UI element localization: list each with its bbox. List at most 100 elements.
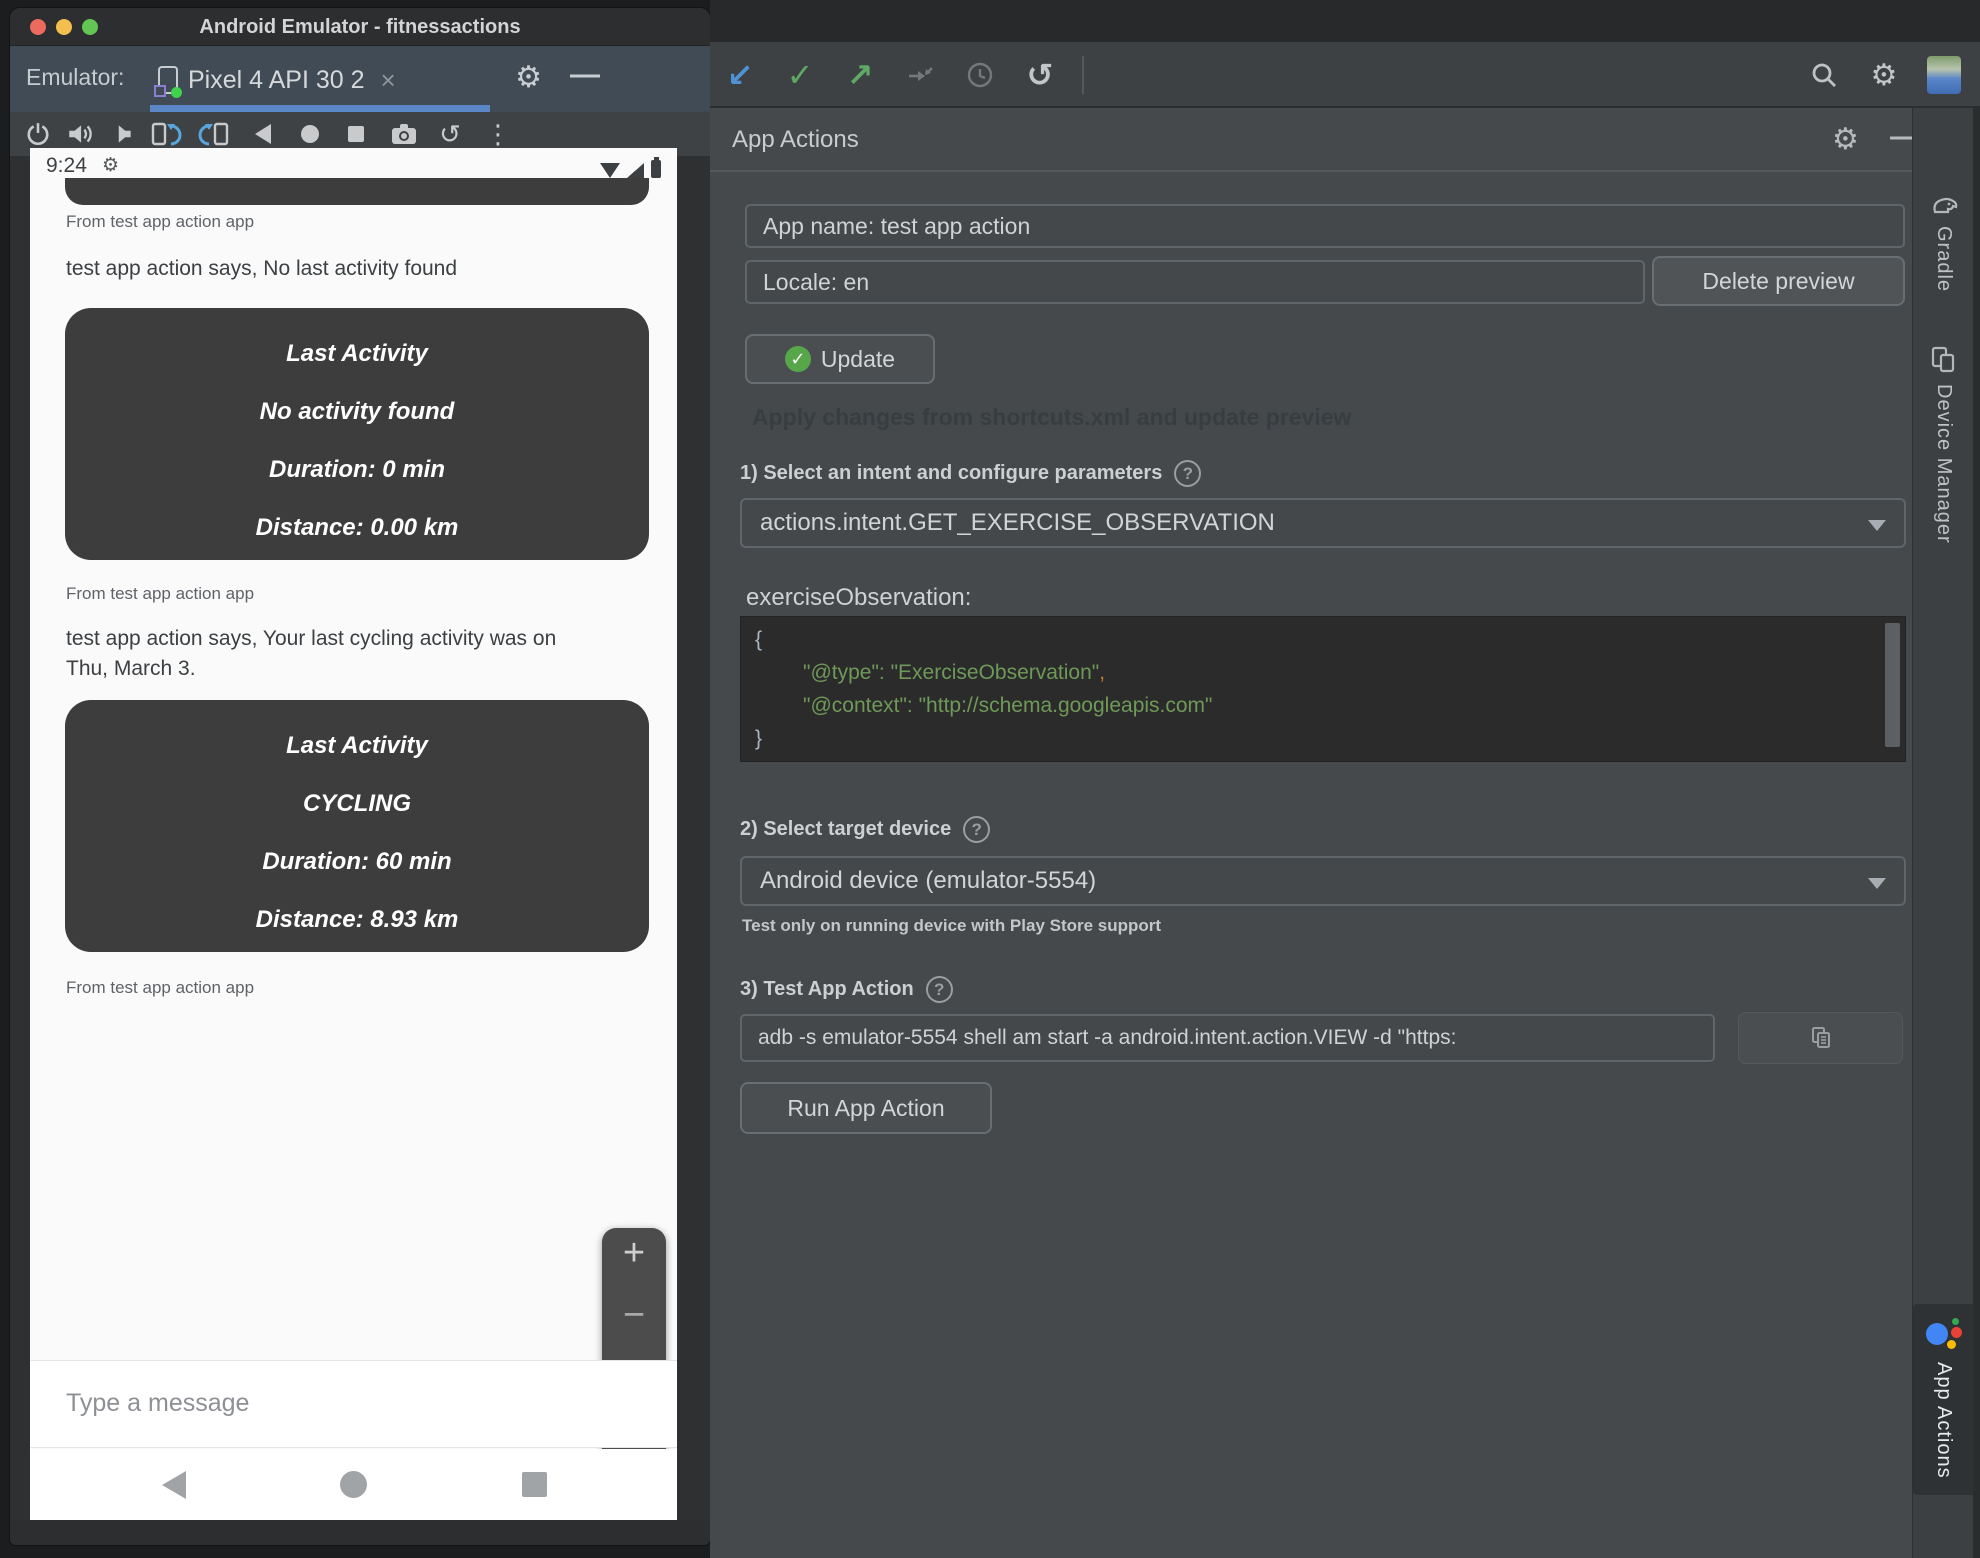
update-button[interactable]: ✓ Update [745,334,935,384]
wifi-icon [600,163,620,178]
nav-overview-icon[interactable] [522,1472,547,1497]
update-check-icon: ✓ [784,346,811,372]
code-open-brace: { [755,628,763,651]
nav-back-icon[interactable] [162,1471,186,1499]
locale-field[interactable]: Locale: en [745,260,1645,304]
message-sender-label: From test app action app [66,978,255,997]
card-status: No activity found [259,398,455,425]
virtual-device-icon [154,66,182,98]
message-sender-label: From test app action app [66,212,255,231]
card-duration: Duration: 0 min [268,456,445,483]
assistant-icon [1925,1316,1962,1352]
message-input-row[interactable]: Type a message [30,1360,677,1448]
status-bar-icons [600,157,661,178]
code-scrollbar[interactable] [1885,623,1900,747]
history-clock-icon[interactable] [958,42,1002,108]
emulator-settings-gear-icon[interactable]: ⚙ [515,60,542,95]
emulator-minimize-icon[interactable]: — [570,58,600,92]
nav-home-icon[interactable] [340,1471,367,1498]
search-icon[interactable] [1802,42,1846,108]
tab-label: Pixel 4 API 30 2 [188,65,365,94]
android-nav-bar [30,1449,677,1520]
gradle-tool-window-tab[interactable]: Gradle [1913,192,1974,292]
gradle-elephant-icon [1932,197,1957,214]
code-context-line: "@context": "http://schema.googleapis.co… [803,694,1213,717]
activity-card: Last Activity CYCLING Duration: 60 min D… [65,700,649,952]
chevron-down-icon [1868,878,1886,889]
screenshot-root: Android Emulator - fitnessactions Emulat… [0,0,1980,1558]
section-2-header: 2) Select target device ? [740,816,991,843]
card-title: Last Activity [286,732,428,759]
android-studio-area: ↙ ✓ ↗ ↺ ⚙ App Actions ⚙ — App name: test… [710,0,1980,1558]
code-type-line: "@type": "ExerciseObservation", [803,661,1106,684]
step-into-arrow-icon[interactable]: ↙ [718,42,762,108]
device-manager-tool-window-tab[interactable]: Device Manager [1913,344,1974,544]
card-title: Last Activity [286,340,428,367]
card-distance: Distance: 0.00 km [255,514,459,541]
step-out-arrow-icon[interactable]: ↗ [838,42,882,108]
stripe-right-edge [1973,108,1980,1558]
chevron-down-icon [1868,520,1886,531]
cell-signal-icon [627,163,644,178]
panel-settings-gear-icon[interactable]: ⚙ [1832,122,1859,157]
active-tab-indicator [150,105,490,112]
emulator-panel-label: Emulator: [26,64,125,90]
studio-toolbar: ↙ ✓ ↗ ↺ ⚙ [710,42,1980,108]
emulator-titlebar: Android Emulator - fitnessactions [10,8,710,46]
section-2-label: 2) Select target device [740,818,952,840]
update-hint-text: Apply changes from shortcuts.xml and upd… [752,404,1352,430]
status-bar-gear-icon: ⚙ [102,155,120,176]
copy-command-button[interactable] [1738,1012,1903,1064]
intent-dropdown[interactable]: actions.intent.GET_EXERCISE_OBSERVATION [740,498,1906,548]
section-3-label: 3) Test App Action [740,978,914,1000]
phone-screen: 9:24 ⚙ From test app action app test app… [30,148,677,1520]
device-note: Test only on running device with Play St… [742,916,1162,935]
app-actions-tool-window-tab[interactable]: App Actions [1913,1304,1974,1495]
emulator-window: Android Emulator - fitnessactions Emulat… [10,8,710,1545]
check-icon[interactable]: ✓ [778,42,822,108]
device-manager-tab-label: Device Manager [1933,384,1955,544]
window-title: Android Emulator - fitnessactions [199,16,521,38]
section-1-label: 1) Select an intent and configure parame… [740,462,1163,484]
studio-top-strip [710,0,1980,42]
code-close-brace: } [755,727,763,750]
tool-window-stripe: Gradle Device Manager App Actions [1912,108,1980,1558]
run-app-action-button[interactable]: Run App Action [740,1082,992,1134]
gradle-tab-label: Gradle [1933,226,1955,293]
emulator-window-bottom-edge [10,1520,710,1545]
update-button-label: Update [820,345,896,372]
toolbar-separator [1082,56,1084,94]
status-bar-clock: 9:24 [46,154,87,177]
message-sender-label: From test app action app [66,584,255,603]
tab-pixel-4-api-30-2[interactable]: Pixel 4 API 30 2 × [150,54,404,106]
help-icon[interactable]: ? [925,976,953,1003]
app-actions-panel: App Actions ⚙ — App name: test app actio… [710,108,1920,1558]
target-device-dropdown[interactable]: Android device (emulator-5554) [740,856,1906,906]
message-text: test app action says, No last activity f… [66,257,458,280]
user-avatar[interactable] [1922,42,1966,108]
battery-icon [651,157,661,178]
delete-preview-button[interactable]: Delete preview [1652,256,1905,306]
message-text: test app action says, Your last cycling … [66,627,557,680]
settings-gear-icon[interactable]: ⚙ [1862,42,1906,108]
panel-header: App Actions ⚙ — [710,108,1920,172]
emulator-tab-row: Emulator: Pixel 4 API 30 2 × ⚙ — [10,46,710,112]
zoom-in-button[interactable]: + [602,1232,666,1275]
parameter-json-editor[interactable]: { "@type": "ExerciseObservation", "@cont… [740,616,1906,762]
card-status: CYCLING [303,790,411,817]
app-name-field[interactable]: App name: test app action [745,204,1905,248]
attach-debugger-icon[interactable] [898,42,942,108]
parameter-label: exerciseObservation: [746,584,972,611]
card-distance: Distance: 8.93 km [255,906,459,933]
close-tab-icon[interactable]: × [381,65,396,96]
app-actions-tab-label: App Actions [1933,1362,1955,1479]
card-duration: Duration: 60 min [262,848,452,875]
message-input-placeholder: Type a message [66,1389,250,1417]
help-icon[interactable]: ? [1174,460,1202,487]
help-icon[interactable]: ? [963,816,991,843]
adb-command-field[interactable]: adb -s emulator-5554 shell am start -a a… [740,1014,1715,1062]
undo-icon[interactable]: ↺ [1018,42,1062,108]
zoom-out-button[interactable]: − [602,1294,666,1337]
intent-dropdown-value: actions.intent.GET_EXERCISE_OBSERVATION [760,509,1275,536]
panel-title: App Actions [732,126,859,153]
